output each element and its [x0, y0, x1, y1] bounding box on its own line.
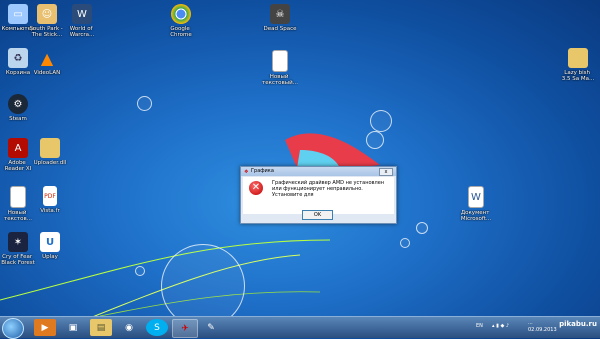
start-button[interactable]: [2, 318, 24, 339]
desktop-icon-label: Vista.fr: [40, 208, 60, 214]
desktop-icon-label: South Park - The Stick...: [29, 26, 63, 38]
taskbar-explorer[interactable]: ▣: [62, 319, 84, 336]
desktop-icon-lazy-bish-folder[interactable]: Lazy bish 3.5 Sa Ma...: [560, 48, 596, 82]
word-document-icon: W: [468, 186, 484, 208]
taskbar-active-app[interactable]: ✈: [172, 319, 198, 338]
chrome-icon: [171, 4, 191, 24]
steam-icon: ⚙: [8, 94, 28, 114]
desktop-icon-chrome[interactable]: Google Chrome: [163, 4, 199, 38]
dialog-title: Графика: [251, 168, 274, 174]
media-player-icon: ▶: [41, 322, 49, 333]
desktop-icon-cry-of-fear[interactable]: ✶ Cry of Fear Black Forest: [0, 232, 36, 266]
taskbar-chrome[interactable]: ◉: [118, 319, 140, 336]
south-park-icon: ☺: [37, 4, 57, 24]
dialog-message: Графический драйвер AMD не установлен ил…: [272, 180, 385, 198]
taskbar-media-player[interactable]: ▶: [34, 319, 56, 336]
desktop-icon-label: World of Warcra...: [69, 26, 95, 38]
computer-icon: ▭: [8, 4, 28, 24]
dialog-body: ✕ Графический драйвер AMD не установлен …: [243, 177, 394, 214]
desktop-icon-dead-space[interactable]: ☠ Dead Space: [262, 4, 298, 32]
desktop-icon-uplay[interactable]: U Uplay: [32, 232, 68, 260]
bubble: [400, 238, 410, 248]
desktop-icon-label: Uplay: [42, 254, 58, 260]
chrome-icon: ◉: [125, 322, 133, 333]
desktop-icon-text-document-2[interactable]: Новый текстов...: [0, 186, 36, 222]
ok-button[interactable]: OK: [302, 210, 333, 220]
desktop-icon-vlc[interactable]: ▲ VideoLAN: [29, 48, 65, 77]
vlc-icon: ▲: [40, 48, 54, 68]
text-document-icon: [10, 186, 26, 208]
clock-date[interactable]: 02.09.2013: [528, 327, 557, 333]
taskbar-paint[interactable]: ✎: [200, 319, 222, 336]
bubble: [366, 131, 384, 149]
desktop-icon-label: Документ Microsoft...: [460, 210, 492, 222]
desktop-icon-adobe-reader[interactable]: A Adobe Reader XI: [0, 138, 36, 172]
desktop-icon-label: Google Chrome: [170, 26, 192, 38]
desktop-icon-label: Новый текстов...: [4, 210, 32, 222]
desktop-icon-label: Uploader.dll: [33, 160, 67, 166]
clock-time[interactable]: ...: [528, 320, 533, 326]
paint-icon: ✎: [207, 322, 215, 333]
taskbar: ▶ ▣ ▤ ◉ S ✈ ✎ EN ▴ ▮ ◆ ♪ ... 02.09.2013: [0, 316, 600, 339]
app-icon: ❖: [244, 169, 249, 175]
text-document-icon: [272, 50, 288, 72]
language-indicator[interactable]: EN: [476, 323, 483, 329]
pdf-icon: PDF: [43, 186, 57, 206]
desktop-icon-label: Dead Space: [263, 26, 297, 32]
bubble: [416, 222, 428, 234]
dialog-titlebar[interactable]: ❖ Графика x: [241, 167, 396, 176]
bubble: [135, 266, 145, 276]
bubble: [137, 96, 152, 111]
adobe-reader-icon: A: [8, 138, 28, 158]
folder-icon: ▤: [96, 322, 106, 333]
skype-icon: S: [154, 322, 160, 333]
desktop-icon-steam[interactable]: ⚙ Steam: [0, 94, 36, 122]
desktop-icon-label: VideoLAN: [33, 70, 61, 76]
desktop-icon-south-park[interactable]: ☺ South Park - The Stick...: [29, 4, 65, 38]
cry-of-fear-icon: ✶: [8, 232, 28, 252]
desktop-icon-label: Cry of Fear Black Forest: [1, 254, 35, 266]
desktop-icon-label: Steam: [9, 116, 27, 122]
folder-icon: [568, 48, 588, 68]
taskbar-skype[interactable]: S: [146, 319, 168, 336]
error-dialog: ❖ Графика x ✕ Графический драйвер AMD не…: [240, 166, 397, 224]
folder-icon: [40, 138, 60, 158]
desktop-icon-label: Новый текстовый...: [262, 74, 298, 86]
close-button[interactable]: x: [379, 168, 393, 176]
error-icon: ✕: [249, 181, 263, 195]
desktop-icon-label: Adobe Reader XI: [4, 160, 32, 172]
watermark: pikabu.ru: [559, 320, 597, 328]
uplay-icon: U: [40, 232, 60, 252]
recycle-bin-icon: ♻: [8, 48, 28, 68]
taskbar-folder[interactable]: ▤: [90, 319, 112, 336]
desktop-icon-word-document[interactable]: W Документ Microsoft...: [458, 186, 494, 222]
desktop-icon-wow[interactable]: W World of Warcra...: [64, 4, 100, 38]
desktop-icon-pdf[interactable]: PDF Vista.fr: [32, 186, 68, 214]
desktop-icon-label: Lazy bish 3.5 Sa Ma...: [561, 70, 595, 82]
windows-explorer-icon: ▣: [68, 322, 78, 333]
app-icon: ✈: [181, 323, 189, 334]
desktop-icon-text-document[interactable]: Новый текстовый...: [262, 50, 298, 86]
dead-space-icon: ☠: [270, 4, 290, 24]
desktop-icon-uploader-folder[interactable]: Uploader.dll: [32, 138, 68, 166]
wow-icon: W: [72, 4, 92, 24]
bubble: [370, 110, 392, 132]
tray-icons[interactable]: ▴ ▮ ◆ ♪: [492, 323, 509, 329]
